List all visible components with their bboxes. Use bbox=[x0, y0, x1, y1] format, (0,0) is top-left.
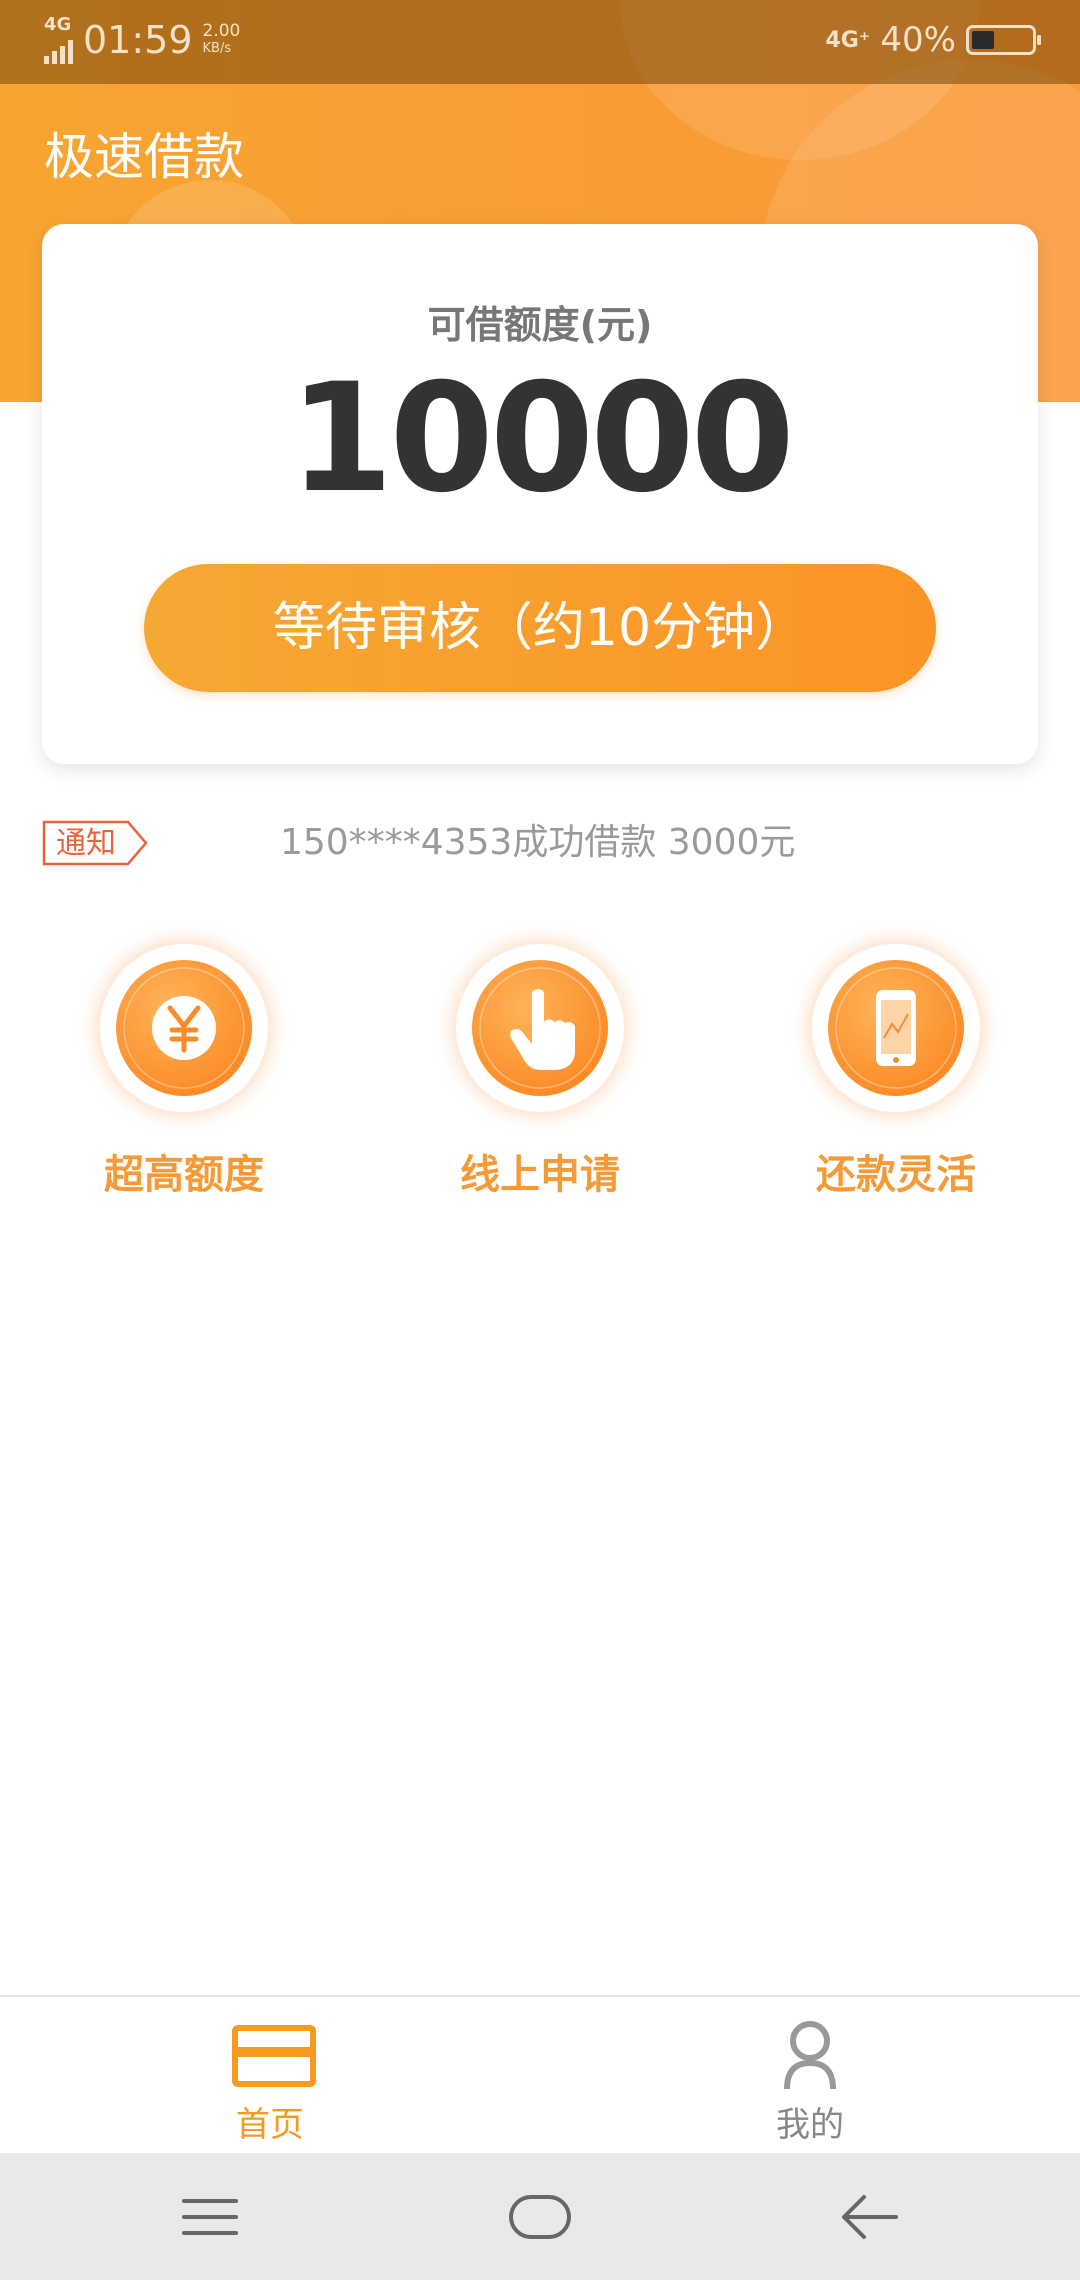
notice-tag: 通知 bbox=[42, 820, 148, 866]
status-right: 4G⁺ 40% bbox=[825, 16, 1041, 64]
feature-label: 线上申请 bbox=[460, 1152, 620, 1198]
phone-icon bbox=[835, 967, 957, 1089]
status-bar: 4G 01:59 2.00 KB/s 4G⁺ 40% bbox=[0, 0, 1080, 84]
tab-home[interactable]: 首页 bbox=[120, 1997, 420, 2155]
hand-tap-icon bbox=[479, 967, 601, 1089]
pending-review-button[interactable]: 等待审核（约10分钟） bbox=[144, 564, 936, 692]
feature-high-limit[interactable]: 超高额度 bbox=[64, 920, 304, 1220]
notice-text: 150****4353成功借款 3000元 bbox=[280, 822, 796, 863]
status-left: 4G 01:59 2.00 KB/s bbox=[44, 16, 240, 64]
tab-home-label: 首页 bbox=[236, 2105, 304, 2145]
user-icon bbox=[784, 2021, 836, 2090]
network-4g-icon: 4G⁺ bbox=[825, 27, 871, 53]
feature-label: 超高额度 bbox=[104, 1152, 264, 1198]
credit-limit-amount: 10000 bbox=[289, 352, 795, 526]
network-speed: 2.00 KB/s bbox=[202, 21, 241, 57]
status-time: 01:59 bbox=[83, 18, 193, 62]
cellular-signal-icon: 4G bbox=[44, 16, 73, 64]
home-card-icon bbox=[232, 2025, 316, 2087]
page-title: 极速借款 bbox=[44, 128, 244, 186]
home-nav-button[interactable] bbox=[460, 2153, 620, 2280]
tab-me-label: 我的 bbox=[776, 2105, 844, 2145]
menu-nav-button[interactable] bbox=[130, 2153, 290, 2280]
network-type-label: 4G bbox=[44, 14, 72, 35]
back-nav-button[interactable] bbox=[790, 2153, 950, 2280]
app-screen: 4G 01:59 2.00 KB/s 4G⁺ 40% 极速借款 可借额度(元) … bbox=[0, 0, 1080, 2280]
battery-percent: 40% bbox=[880, 20, 956, 60]
battery-icon bbox=[966, 25, 1041, 55]
menu-icon bbox=[182, 2198, 238, 2235]
bottom-tab-bar: 首页 我的 bbox=[0, 1995, 1080, 2153]
credit-limit-label: 可借额度(元) bbox=[427, 303, 653, 347]
notice-tag-label: 通知 bbox=[56, 826, 116, 861]
home-pill-icon bbox=[509, 2194, 571, 2239]
feature-online-apply[interactable]: 线上申请 bbox=[420, 920, 660, 1220]
credit-limit-card: 可借额度(元) 10000 等待审核（约10分钟） bbox=[42, 224, 1038, 764]
system-nav-bar bbox=[0, 2153, 1080, 2280]
yuan-coin-icon bbox=[123, 967, 245, 1089]
feature-label: 还款灵活 bbox=[816, 1152, 976, 1198]
back-arrow-icon bbox=[842, 2194, 898, 2239]
tab-me[interactable]: 我的 bbox=[660, 1997, 960, 2155]
feature-flexible-repay[interactable]: 还款灵活 bbox=[776, 920, 1016, 1220]
